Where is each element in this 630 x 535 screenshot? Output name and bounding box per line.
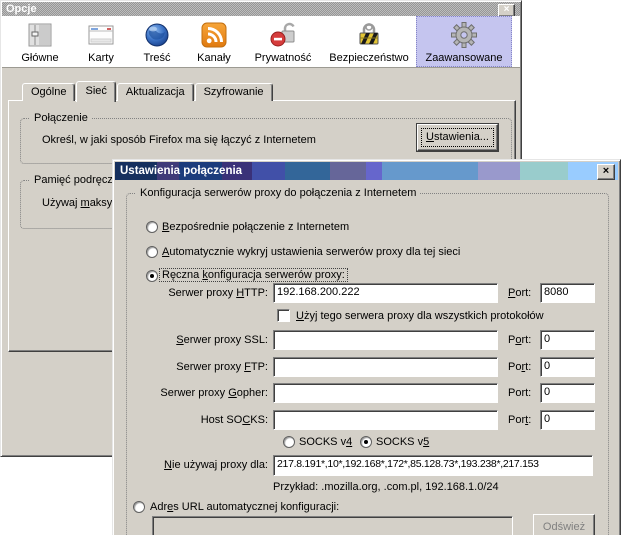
socks-port-label: Port: (508, 414, 531, 426)
sliders-icon (24, 19, 56, 51)
gopher-port-input[interactable]: 0 (540, 383, 595, 403)
socks-v5-label[interactable]: SOCKS v5 (376, 436, 429, 448)
toolbar-item-label: Bezpieczeństwo (329, 52, 409, 64)
socks-v4-radio[interactable] (283, 436, 295, 448)
socks-v4-label[interactable]: SOCKS v4 (299, 436, 352, 448)
socks-v5-radio[interactable] (360, 436, 372, 448)
gear-icon (448, 19, 480, 51)
cache-group-title: Pamięć podręcz (30, 173, 117, 187)
radio-auto-label[interactable]: Automatycznie wykryj ustawienia serwerów… (162, 246, 460, 258)
ssl-port-label: Port: (508, 334, 531, 346)
radio-direct-label[interactable]: Bezpośrednie połączenie z Internetem (162, 221, 349, 233)
http-port-label: Port: (508, 287, 531, 299)
settings-button[interactable]: Ustawienia... (417, 124, 498, 151)
toolbar-item-label: Zaawansowane (425, 52, 502, 64)
socks-port-input[interactable]: 0 (540, 410, 595, 430)
auto-url-label[interactable]: Adres URL automatycznej konfiguracji: (150, 501, 339, 513)
ftp-port-label: Port: (508, 361, 531, 373)
privacy-lock-icon (267, 19, 299, 51)
ssl-proxy-input[interactable] (273, 330, 498, 350)
toolbar-item-tresc[interactable]: Treść (130, 16, 184, 67)
gopher-port-label: Port: (508, 387, 531, 399)
http-proxy-input[interactable]: 192.168.200.222 (273, 283, 498, 303)
toolbar-item-prywatnosc[interactable]: Prywatność (244, 16, 322, 67)
options-titlebar: Opcje × (2, 2, 520, 16)
tabs-icon (85, 19, 117, 51)
toolbar-item-glowne[interactable]: Główne (8, 16, 72, 67)
http-proxy-label: Serwer proxy HTTP: (112, 287, 268, 299)
socks-host-input[interactable] (273, 410, 498, 430)
share-proxy-checkbox[interactable] (277, 309, 290, 322)
ftp-proxy-input[interactable] (273, 357, 498, 377)
screen: Opcje × Główne Karty Treść (0, 0, 630, 535)
no-proxy-row: Nie używaj proxy dla: 217.8.191*,10*,192… (112, 455, 607, 477)
http-port-input[interactable]: 8080 (540, 283, 595, 303)
close-icon[interactable]: × (597, 164, 615, 180)
tab-aktualizacja[interactable]: Aktualizacja (117, 83, 194, 101)
radio-direct-circle[interactable] (146, 221, 158, 233)
connection-settings-dialog: Ustawienia połączenia × Konfiguracja ser… (112, 159, 621, 535)
http-proxy-row: Serwer proxy HTTP: 192.168.200.222 Port:… (112, 283, 607, 305)
toolbar-item-label: Główne (21, 52, 58, 64)
auto-url-input (152, 516, 513, 535)
toolbar-item-label: Prywatność (255, 52, 312, 64)
no-proxy-example: Przykład: .mozilla.org, .com.pl, 192.168… (273, 481, 499, 493)
toolbar-item-zaawansowane[interactable]: Zaawansowane (416, 16, 512, 67)
radio-manual-label[interactable]: Ręczna konfiguracja serwerów proxy: (159, 268, 348, 282)
toolbar-item-bezpieczenstwo[interactable]: Bezpieczeństwo (322, 16, 416, 67)
no-proxy-input[interactable]: 217.8.191*,10*,192.168*,172*,85.128.73*,… (273, 455, 593, 476)
refresh-button: Odśwież (533, 514, 595, 535)
socks-host-row: Host SOCKS: Port: 0 (112, 410, 607, 432)
globe-icon (141, 19, 173, 51)
cache-usage-label: Używaj maksy (42, 197, 112, 209)
share-proxy-label[interactable]: Użyj tego serwera proxy dla wszystkich p… (296, 310, 544, 322)
options-window-title: Opcje (6, 3, 37, 15)
toolbar-item-label: Kanały (197, 52, 231, 64)
toolbar-item-karty[interactable]: Karty (72, 16, 130, 67)
rss-icon (198, 19, 230, 51)
toolbar-item-label: Karty (88, 52, 114, 64)
tab-siec[interactable]: Sieć (76, 81, 115, 102)
security-lock-icon (353, 19, 385, 51)
auto-url-radio-circle[interactable] (133, 501, 145, 513)
gopher-proxy-input[interactable] (273, 383, 498, 403)
tab-szyfrowanie[interactable]: Szyfrowanie (195, 83, 273, 101)
options-category-toolbar: Główne Karty Treść Kanały (2, 16, 520, 68)
radio-auto-circle[interactable] (146, 246, 158, 258)
ssl-proxy-row: Serwer proxy SSL: Port: 0 (112, 330, 607, 352)
options-tabstrip: Ogólne Sieć Aktualizacja Szyfrowanie (22, 81, 274, 101)
ftp-proxy-label: Serwer proxy FTP: (112, 361, 268, 373)
no-proxy-label: Nie używaj proxy dla: (112, 459, 268, 471)
ssl-port-input[interactable]: 0 (540, 330, 595, 350)
toolbar-item-label: Treść (143, 52, 170, 64)
ftp-port-input[interactable]: 0 (540, 357, 595, 377)
radio-manual-circle[interactable] (146, 270, 158, 282)
gopher-proxy-label: Serwer proxy Gopher: (112, 387, 268, 399)
proxy-config-group-title: Konfiguracja serwerów proxy do połączeni… (136, 186, 420, 200)
toolbar-item-kanaly[interactable]: Kanały (184, 16, 244, 67)
socks-host-label: Host SOCKS: (112, 414, 268, 426)
ftp-proxy-row: Serwer proxy FTP: Port: 0 (112, 357, 607, 379)
gopher-proxy-row: Serwer proxy Gopher: Port: 0 (112, 383, 607, 405)
connection-group-title: Połączenie (30, 111, 92, 125)
tab-ogolne[interactable]: Ogólne (22, 83, 75, 101)
connection-description: Określ, w jaki sposób Firefox ma się łąc… (42, 134, 316, 146)
ssl-proxy-label: Serwer proxy SSL: (112, 334, 268, 346)
dialog-titlebar: Ustawienia połączenia (115, 162, 618, 180)
dialog-title: Ustawienia połączenia (120, 165, 242, 177)
